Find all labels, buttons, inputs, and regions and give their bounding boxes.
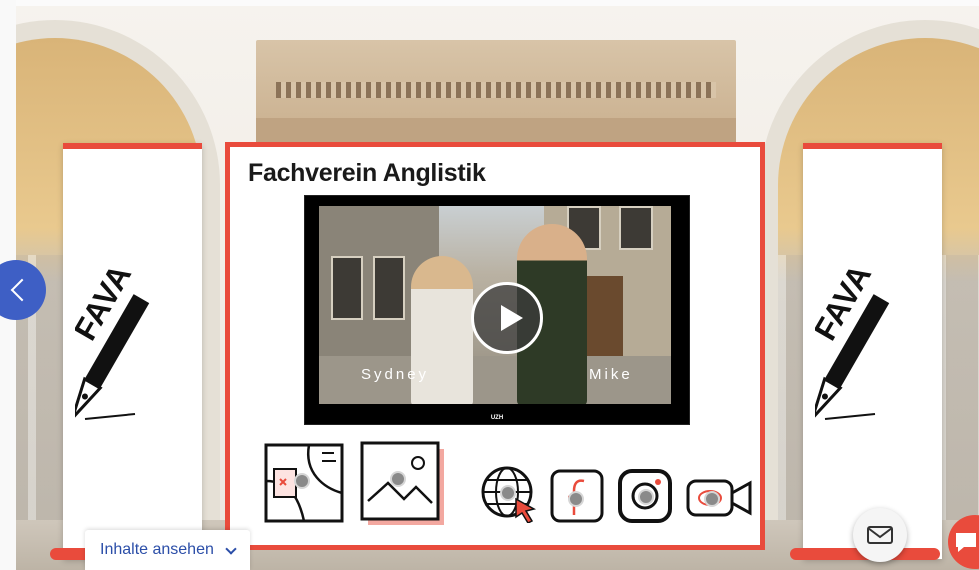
video-watermark: UZH (490, 415, 504, 421)
chat-button[interactable] (948, 515, 979, 569)
fava-pen-logo: FAVA (815, 258, 890, 420)
instagram-icon[interactable] (618, 469, 672, 528)
video-name-right: Mike (589, 366, 633, 383)
map-icon[interactable] (264, 443, 344, 528)
virtual-room-scene: FAVA FAVA Fachverein Anglistik Sydney Mi… (0, 0, 979, 570)
envelope-icon (867, 526, 893, 544)
video-name-left: Sydney (361, 366, 430, 383)
website-icon[interactable] (480, 465, 538, 528)
board-title: Fachverein Anglistik (248, 159, 486, 187)
fava-pen-logo: FAVA (75, 258, 150, 420)
main-booth-board: Fachverein Anglistik Sydney Mike UZH (225, 142, 765, 550)
right-rollup-banner: FAVA (803, 143, 942, 559)
video-call-icon[interactable] (686, 477, 752, 524)
mail-button[interactable] (853, 508, 907, 562)
stone-cornice (256, 40, 736, 150)
video-player[interactable]: Sydney Mike UZH (304, 195, 690, 425)
facebook-icon[interactable] (550, 469, 604, 528)
chat-bubble-icon (956, 533, 976, 552)
door (587, 276, 623, 366)
gallery-icon[interactable] (360, 441, 446, 532)
video-thumbnail: Sydney Mike (319, 206, 671, 404)
inhalte-ansehen-button[interactable]: Inhalte ansehen (85, 530, 250, 570)
inhalte-ansehen-label: Inhalte ansehen (100, 541, 214, 558)
left-rollup-banner: FAVA (63, 143, 202, 559)
play-button[interactable] (471, 282, 543, 354)
top-strip (0, 0, 979, 6)
chevron-down-icon (225, 543, 237, 555)
